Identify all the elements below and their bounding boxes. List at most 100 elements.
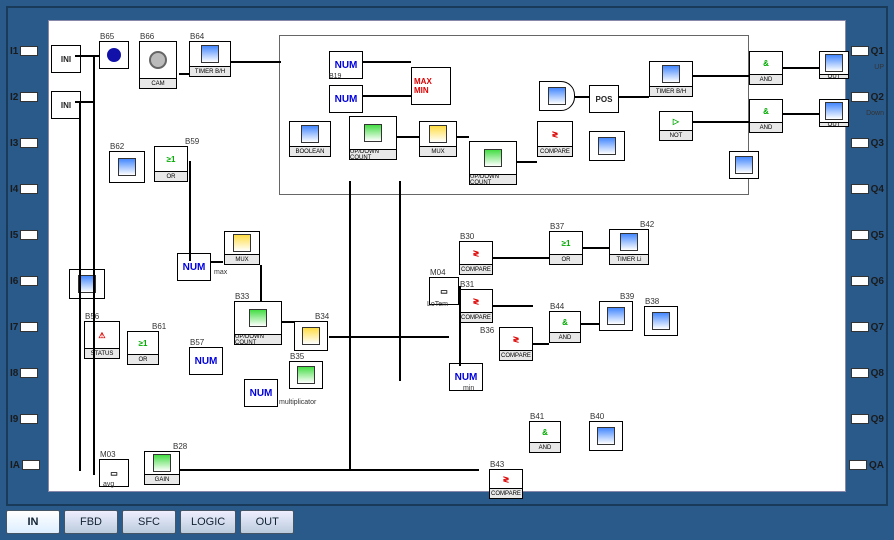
block-b43-compare[interactable]: B43 ≷ COMPARE	[489, 469, 523, 499]
block-b31-compare[interactable]: B31 ≷ COMPARE	[459, 289, 493, 323]
block-out-q1[interactable]: OUT	[819, 51, 849, 79]
wire	[457, 136, 469, 138]
port-q8[interactable]: Q8	[846, 350, 886, 396]
wire	[282, 321, 294, 323]
block-updown-2[interactable]: UP/DOWN COUNT	[469, 141, 517, 185]
block-b41-and[interactable]: B41 & AND	[529, 421, 561, 453]
timer-icon	[201, 45, 219, 63]
wire	[349, 181, 351, 471]
fbd-canvas[interactable]: INI INI B65 B66 CAM B64 TIMER B/H B62	[48, 20, 846, 492]
block-maxmin[interactable]: MAX MIN	[411, 67, 451, 105]
out-sub-down: Down	[866, 110, 884, 117]
block-b28-gain[interactable]: B28 GAIN	[144, 451, 180, 485]
block-b36-compare[interactable]: B36 ≷ COMPARE	[499, 327, 533, 361]
timer-icon	[662, 65, 680, 83]
block-b35[interactable]: B35	[289, 361, 323, 389]
block-num-b19b[interactable]: NUM	[329, 85, 363, 113]
port-i4[interactable]: I4	[8, 166, 48, 212]
wire	[693, 75, 749, 77]
block-b65[interactable]: B65	[99, 41, 129, 69]
block-num-mult[interactable]: NUM	[244, 379, 278, 407]
port-qa[interactable]: QA	[846, 442, 886, 488]
port-i2[interactable]: I2	[8, 74, 48, 120]
block-b38[interactable]: B38	[644, 306, 678, 336]
block-b37-or[interactable]: B37 ≥1 OR	[549, 231, 583, 265]
pulse-icon	[598, 137, 616, 155]
pulse-icon	[652, 312, 670, 330]
counter-icon	[249, 309, 267, 327]
block-pulse-left[interactable]	[69, 269, 105, 299]
block-and-q1[interactable]: & AND	[749, 51, 783, 85]
block-ini-2[interactable]: INI	[51, 91, 81, 119]
tab-sfc[interactable]: SFC	[122, 510, 176, 534]
wire	[75, 55, 99, 57]
wire	[363, 61, 411, 63]
label-mult: multiplicator	[279, 399, 316, 406]
block-mux-2[interactable]: MUX	[224, 231, 260, 265]
wire	[575, 96, 589, 98]
port-i1[interactable]: I1	[8, 28, 48, 74]
wire	[79, 101, 81, 471]
wire	[260, 265, 262, 301]
block-and-q2[interactable]: & AND	[749, 99, 783, 133]
port-i7[interactable]: I7	[8, 304, 48, 350]
block-compare-top[interactable]: ≷ COMPARE	[537, 121, 573, 157]
wire	[493, 305, 533, 307]
block-b30-compare[interactable]: B30 ≷ COMPARE	[459, 241, 493, 275]
chip-outline: I1 I2 I3 I4 I5 I6 I7 I8 I9 IA Q1 Q2 Q3 Q…	[6, 6, 888, 506]
wire	[619, 96, 649, 98]
port-q5[interactable]: Q5	[846, 212, 886, 258]
port-q9[interactable]: Q9	[846, 396, 886, 442]
wire	[231, 61, 281, 63]
block-mux-top[interactable]: MUX	[419, 121, 457, 157]
timer-icon	[620, 233, 638, 251]
label-min: min	[463, 385, 474, 392]
block-b56-status[interactable]: B56 ⚠ STATUS	[84, 321, 120, 359]
tab-out[interactable]: OUT	[240, 510, 294, 534]
block-ini-1[interactable]: INI	[51, 45, 81, 73]
pulse-icon	[735, 156, 753, 174]
block-b66-cam[interactable]: B66 CAM	[139, 41, 177, 89]
block-updown-1[interactable]: UP/DOWN COUNT	[349, 116, 397, 160]
block-misc-right[interactable]	[729, 151, 759, 179]
block-b44-and[interactable]: B44 & AND	[549, 311, 581, 343]
block-b62[interactable]: B62	[109, 151, 145, 183]
port-i8[interactable]: I8	[8, 350, 48, 396]
block-boolean[interactable]: BOOLEAN	[289, 121, 331, 157]
port-ia[interactable]: IA	[8, 442, 48, 488]
port-i6[interactable]: I6	[8, 258, 48, 304]
tab-in[interactable]: IN	[6, 510, 60, 534]
wire	[581, 323, 599, 325]
tab-logic[interactable]: LOGIC	[180, 510, 236, 534]
block-num-b57[interactable]: B57 NUM	[189, 347, 223, 375]
block-not[interactable]: ▷ NOT	[659, 111, 693, 141]
port-i5[interactable]: I5	[8, 212, 48, 258]
block-b42-timer[interactable]: B42 TIMER Li	[609, 229, 649, 265]
block-b39[interactable]: B39	[599, 301, 633, 331]
block-timer-right[interactable]: TIMER B/H	[649, 61, 693, 97]
port-q7[interactable]: Q7	[846, 304, 886, 350]
out-sub-up: UP	[874, 64, 884, 71]
tab-fbd[interactable]: FBD	[64, 510, 118, 534]
block-b61-or[interactable]: B61 ≥1 OR	[127, 331, 159, 365]
port-q6[interactable]: Q6	[846, 258, 886, 304]
block-out-q2[interactable]: OUT	[819, 99, 849, 127]
block-pulse-top[interactable]	[589, 131, 625, 161]
block-b64-timer[interactable]: B64 TIMER B/H	[189, 41, 231, 77]
wire	[517, 161, 537, 163]
wire	[583, 247, 609, 249]
block-b40[interactable]: B40	[589, 421, 623, 451]
port-i9[interactable]: I9	[8, 396, 48, 442]
port-i3[interactable]: I3	[8, 120, 48, 166]
block-b59-or[interactable]: B59 ≥1 OR	[154, 146, 188, 182]
label-max: max	[214, 269, 227, 276]
pulse-icon	[118, 158, 136, 176]
port-q4[interactable]: Q4	[846, 166, 886, 212]
block-b34[interactable]: B34	[294, 321, 328, 351]
port-q3[interactable]: Q3	[846, 120, 886, 166]
block-pos-gate[interactable]	[539, 81, 575, 111]
block-b33-updown[interactable]: B33 UP/DOWN COUNT	[234, 301, 282, 345]
block-pos[interactable]: POS	[589, 85, 619, 113]
block-num-mid1[interactable]: NUM	[177, 253, 211, 281]
wire	[75, 101, 95, 103]
